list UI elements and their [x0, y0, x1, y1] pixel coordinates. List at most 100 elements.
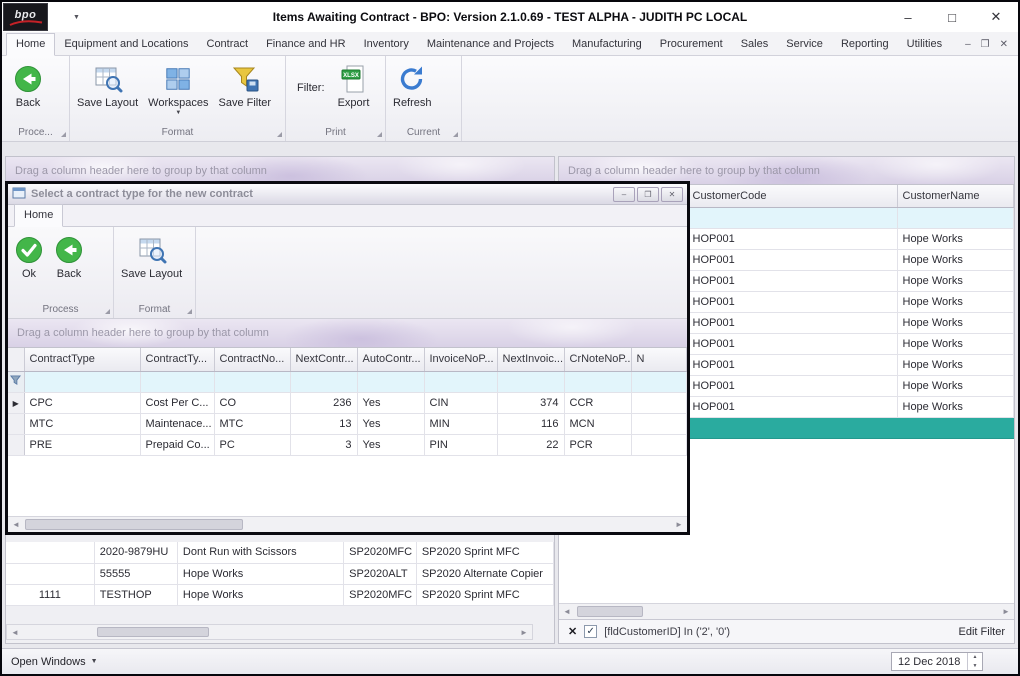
column-header-nextinvoiceno[interactable]: NextInvoic... — [497, 348, 564, 371]
table-row[interactable]: 55555 Hope Works SP2020ALT SP2020 Altern… — [6, 563, 554, 584]
scroll-left-icon[interactable]: ◄ — [8, 517, 24, 532]
filter-cell[interactable] — [214, 371, 290, 392]
dialog-form-icon — [12, 186, 26, 203]
ribbon-group-format: Save Layout Workspaces ▼ Save Filter For… — [70, 56, 286, 141]
tab-contract[interactable]: Contract — [198, 34, 258, 55]
filter-enabled-checkbox[interactable]: ✓ — [584, 625, 597, 638]
scroll-right-icon[interactable]: ► — [671, 517, 687, 532]
dialog-launcher-icon[interactable] — [453, 132, 458, 137]
filter-cell[interactable] — [897, 207, 1014, 228]
column-header-contracttype[interactable]: ContractType — [24, 348, 140, 371]
column-header-customername[interactable]: CustomerName — [897, 185, 1014, 207]
save-filter-button[interactable]: Save Filter — [214, 60, 275, 111]
tab-sales[interactable]: Sales — [732, 34, 778, 55]
dialog-save-layout-button[interactable]: Save Layout — [117, 231, 186, 282]
dialog-launcher-icon[interactable] — [277, 132, 282, 137]
scroll-right-icon[interactable]: ► — [998, 604, 1014, 619]
dialog-back-button[interactable]: Back — [49, 231, 89, 282]
row-indicator-header — [8, 348, 24, 371]
scrollbar-thumb[interactable] — [25, 519, 243, 530]
tab-maintenance-and-projects[interactable]: Maintenance and Projects — [418, 34, 563, 55]
app-window: bpo ▼ Items Awaiting Contract - BPO: Ver… — [0, 0, 1020, 676]
dialog-minimize-button[interactable]: – — [613, 187, 635, 202]
table-row[interactable]: MTC Maintenace... MTC 13 Yes MIN 116 MCN — [8, 413, 687, 434]
filter-cell[interactable] — [357, 371, 424, 392]
tab-service[interactable]: Service — [777, 34, 832, 55]
tab-inventory[interactable]: Inventory — [355, 34, 418, 55]
tab-procurement[interactable]: Procurement — [651, 34, 732, 55]
workspaces-button[interactable]: Workspaces ▼ — [144, 60, 212, 118]
edit-filter-link[interactable]: Edit Filter — [959, 626, 1005, 638]
column-header-contracttypedesc[interactable]: ContractTy... — [140, 348, 214, 371]
date-editor[interactable]: 12 Dec 2018 ▲ ▼ — [891, 652, 983, 671]
filter-cell[interactable] — [497, 371, 564, 392]
dialog-group-by-bar[interactable]: Drag a column header here to group by th… — [8, 319, 687, 348]
tab-reporting[interactable]: Reporting — [832, 34, 898, 55]
column-header-nextcontractno[interactable]: NextContr... — [290, 348, 357, 371]
open-windows-button[interactable]: Open Windows ▼ — [11, 656, 98, 668]
tab-home[interactable]: Home — [6, 33, 55, 56]
filter-cell[interactable] — [140, 371, 214, 392]
table-row[interactable]: ▶ CPC Cost Per C... CO 236 Yes CIN 374 C… — [8, 392, 687, 413]
dialog-tab-home[interactable]: Home — [14, 204, 63, 227]
quick-access-dropdown-icon[interactable]: ▼ — [73, 14, 80, 21]
table-row[interactable]: 1111 TESTHOP Hope Works SP2020MFC SP2020… — [6, 584, 554, 605]
column-header-autocontract[interactable]: AutoContr... — [357, 348, 424, 371]
tab-manufacturing[interactable]: Manufacturing — [563, 34, 651, 55]
filter-cell[interactable] — [424, 371, 497, 392]
close-filter-icon[interactable]: ✕ — [568, 625, 577, 638]
minimize-button[interactable]: – — [886, 2, 930, 32]
dialog-maximize-button[interactable]: ❐ — [637, 187, 659, 202]
ribbon-group-process: Back Proce... — [2, 56, 70, 141]
back-button[interactable]: Back — [5, 60, 51, 111]
filter-cell[interactable] — [687, 207, 897, 228]
refresh-button[interactable]: Refresh — [389, 60, 436, 111]
tab-finance-and-hr[interactable]: Finance and HR — [257, 34, 355, 55]
items-grid-hscrollbar[interactable]: ◄ ► — [6, 624, 533, 640]
mdi-close-icon[interactable]: ✕ — [1000, 39, 1008, 50]
date-spin-down-icon[interactable]: ▼ — [968, 662, 982, 671]
dialog-launcher-icon[interactable] — [61, 132, 66, 137]
scroll-right-icon[interactable]: ► — [516, 625, 532, 639]
ok-button[interactable]: Ok — [11, 231, 47, 282]
filter-row-icon — [8, 371, 24, 392]
dialog-launcher-icon[interactable] — [187, 309, 192, 314]
dialog-hscrollbar[interactable]: ◄ ► — [8, 516, 687, 532]
column-header-contractnoprefix[interactable]: ContractNo... — [214, 348, 290, 371]
dialog-group-process: Ok Back Process — [8, 227, 114, 318]
column-header-crnotenoprefix[interactable]: CrNoteNoP... — [564, 348, 631, 371]
column-header-invoicenoprefix[interactable]: InvoiceNoP... — [424, 348, 497, 371]
dialog-close-button[interactable]: ✕ — [661, 187, 683, 202]
dialog-titlebar[interactable]: Select a contract type for the new contr… — [8, 184, 687, 205]
date-spin-up-icon[interactable]: ▲ — [968, 653, 982, 662]
scrollbar-thumb[interactable] — [577, 606, 643, 617]
filter-cell[interactable] — [24, 371, 140, 392]
date-spinner: ▲ ▼ — [967, 653, 982, 670]
window-controls: – □ ✕ — [886, 2, 1018, 32]
maximize-button[interactable]: □ — [930, 2, 974, 32]
table-row[interactable]: PRE Prepaid Co... PC 3 Yes PIN 22 PCR — [8, 434, 687, 455]
dialog-grid-empty-area — [8, 456, 687, 517]
date-value: 12 Dec 2018 — [892, 653, 967, 670]
mdi-restore-icon[interactable]: ❐ — [981, 39, 990, 50]
ok-icon — [15, 235, 43, 265]
tab-utilities[interactable]: Utilities — [898, 34, 951, 55]
filter-panel: ✕ ✓ [fldCustomerID] In ('2', '0') Edit F… — [559, 619, 1014, 643]
scroll-left-icon[interactable]: ◄ — [7, 625, 23, 639]
column-header-customercode[interactable]: CustomerCode — [687, 185, 897, 207]
filter-cell[interactable] — [290, 371, 357, 392]
contracts-grid-hscrollbar[interactable]: ◄ ► — [559, 603, 1014, 619]
filter-cell[interactable] — [631, 371, 687, 392]
scroll-left-icon[interactable]: ◄ — [559, 604, 575, 619]
table-row[interactable]: 2020-9879HU Dont Run with Scissors SP202… — [6, 542, 554, 563]
mdi-minimize-icon[interactable]: – — [965, 39, 971, 50]
dialog-launcher-icon[interactable] — [377, 132, 382, 137]
tab-equipment-and-locations[interactable]: Equipment and Locations — [55, 34, 197, 55]
scrollbar-thumb[interactable] — [97, 627, 209, 637]
column-header-next[interactable]: N — [631, 348, 687, 371]
close-button[interactable]: ✕ — [974, 2, 1018, 32]
export-button[interactable]: XLSX Export — [331, 60, 377, 111]
filter-cell[interactable] — [564, 371, 631, 392]
dialog-launcher-icon[interactable] — [105, 309, 110, 314]
save-layout-button[interactable]: Save Layout — [73, 60, 142, 111]
